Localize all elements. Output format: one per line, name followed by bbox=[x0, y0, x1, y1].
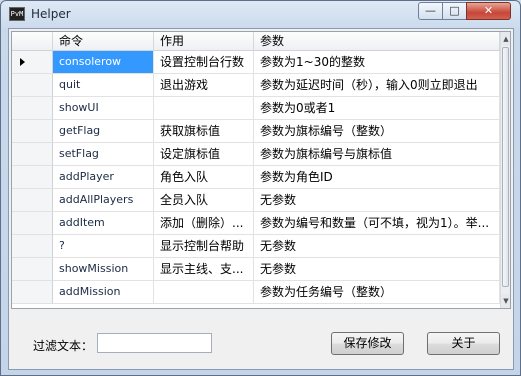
cell-command[interactable]: getFlag bbox=[53, 120, 154, 143]
row-header[interactable] bbox=[12, 258, 53, 281]
table-row[interactable]: addItem 添加（删除）... 参数为编号和数量（可不填，视为1）。举... bbox=[12, 212, 500, 235]
row-header[interactable] bbox=[12, 212, 53, 235]
row-header[interactable] bbox=[12, 166, 53, 189]
cell-params[interactable]: 无参数 bbox=[254, 235, 500, 258]
cell-effect[interactable]: 获取旗标值 bbox=[154, 120, 254, 143]
cell-command[interactable]: showMission bbox=[53, 258, 154, 281]
cell-params[interactable]: 参数为角色ID bbox=[254, 166, 500, 189]
row-header[interactable] bbox=[12, 281, 53, 304]
cell-params[interactable]: 参数为旗标编号与旗标值 bbox=[254, 143, 500, 166]
cell-command[interactable]: quit bbox=[53, 74, 154, 97]
cell-command[interactable]: setFlag bbox=[53, 143, 154, 166]
cell-params[interactable]: 参数为0或者1 bbox=[254, 97, 500, 120]
minimize-button[interactable]: — bbox=[418, 2, 443, 20]
command-grid[interactable]: 命令 作用 参数 consolerow 设置控制台行数 参数为1~30的整数 quit… bbox=[11, 31, 511, 309]
cell-effect[interactable] bbox=[154, 97, 254, 120]
cell-params[interactable]: 参数为旗标编号（整数） bbox=[254, 120, 500, 143]
row-header[interactable] bbox=[12, 74, 53, 97]
cell-command[interactable]: addPlayer bbox=[53, 166, 154, 189]
client-area: 命令 作用 参数 consolerow 设置控制台行数 参数为1~30的整数 quit… bbox=[8, 28, 514, 370]
cell-effect[interactable]: 角色入队 bbox=[154, 166, 254, 189]
helper-window: PvM Helper — □ ✕ 命令 作用 参数 consolerow 设置控制… bbox=[0, 0, 521, 376]
maximize-button[interactable]: □ bbox=[442, 2, 467, 20]
table-row[interactable]: addAllPlayers 全员入队 无参数 bbox=[12, 189, 500, 212]
cell-command[interactable]: addItem bbox=[53, 212, 154, 235]
cell-effect[interactable]: 显示控制台帮助 bbox=[154, 235, 254, 258]
table-row[interactable]: quit 退出游戏 参数为延迟时间（秒），输入0则立即退出 bbox=[12, 74, 500, 97]
cell-params[interactable]: 无参数 bbox=[254, 258, 500, 281]
table-row[interactable]: setFlag 设定旗标值 参数为旗标编号与旗标值 bbox=[12, 143, 500, 166]
table-row[interactable]: showMission 显示主线、支... 无参数 bbox=[12, 258, 500, 281]
cell-params[interactable]: 参数为任务编号（整数） bbox=[254, 281, 500, 304]
table-row[interactable]: getFlag 获取旗标值 参数为旗标编号（整数） bbox=[12, 120, 500, 143]
cell-effect[interactable]: 设定旗标值 bbox=[154, 143, 254, 166]
column-header-effect[interactable]: 作用 bbox=[154, 32, 254, 50]
cell-params[interactable]: 无参数 bbox=[254, 189, 500, 212]
minimize-icon: — bbox=[425, 4, 436, 17]
row-header[interactable] bbox=[12, 51, 53, 74]
scroll-thumb[interactable] bbox=[502, 47, 509, 287]
grid-header: 命令 作用 参数 bbox=[12, 32, 500, 51]
window-title: Helper bbox=[31, 7, 71, 21]
cell-command[interactable]: consolerow bbox=[53, 51, 154, 74]
table-row[interactable]: ? 显示控制台帮助 无参数 bbox=[12, 235, 500, 258]
row-header-corner[interactable] bbox=[12, 32, 53, 50]
cell-effect[interactable]: 退出游戏 bbox=[154, 74, 254, 97]
title-bar[interactable]: PvM Helper — □ ✕ bbox=[1, 1, 520, 28]
row-header[interactable] bbox=[12, 120, 53, 143]
vertical-scrollbar[interactable]: ▲ ▼ bbox=[500, 32, 510, 308]
row-header[interactable] bbox=[12, 97, 53, 120]
cell-command[interactable]: addMission bbox=[53, 281, 154, 304]
cell-effect[interactable]: 添加（删除）... bbox=[154, 212, 254, 235]
cell-params[interactable]: 参数为1~30的整数 bbox=[254, 51, 500, 74]
row-header[interactable] bbox=[12, 143, 53, 166]
app-icon: PvM bbox=[9, 7, 25, 21]
row-header[interactable] bbox=[12, 235, 53, 258]
maximize-icon: □ bbox=[449, 4, 460, 17]
current-row-icon bbox=[20, 58, 25, 66]
scroll-up-icon[interactable]: ▲ bbox=[501, 32, 510, 46]
scroll-down-icon[interactable]: ▼ bbox=[501, 294, 510, 308]
cell-command[interactable]: addAllPlayers bbox=[53, 189, 154, 212]
cell-params[interactable]: 参数为延迟时间（秒），输入0则立即退出 bbox=[254, 74, 500, 97]
cell-params[interactable]: 参数为编号和数量（可不填，视为1）。举... bbox=[254, 212, 500, 235]
column-header-params[interactable]: 参数 bbox=[254, 32, 500, 50]
cell-effect[interactable]: 显示主线、支... bbox=[154, 258, 254, 281]
close-button[interactable]: ✕ bbox=[466, 2, 511, 20]
table-row[interactable]: addMission 参数为任务编号（整数） bbox=[12, 281, 500, 304]
about-button[interactable]: 关于 bbox=[427, 332, 500, 355]
cell-effect[interactable] bbox=[154, 281, 254, 304]
filter-label: 过滤文本： bbox=[33, 339, 94, 353]
save-changes-button[interactable]: 保存修改 bbox=[331, 332, 404, 355]
cell-command[interactable]: ? bbox=[53, 235, 154, 258]
cell-effect[interactable]: 设置控制台行数 bbox=[154, 51, 254, 74]
table-row[interactable]: addPlayer 角色入队 参数为角色ID bbox=[12, 166, 500, 189]
column-header-command[interactable]: 命令 bbox=[53, 32, 154, 50]
row-header[interactable] bbox=[12, 189, 53, 212]
filter-input[interactable] bbox=[97, 333, 212, 353]
table-row[interactable]: showUI 参数为0或者1 bbox=[12, 97, 500, 120]
close-icon: ✕ bbox=[483, 4, 494, 17]
cell-command[interactable]: showUI bbox=[53, 97, 154, 120]
cell-effect[interactable]: 全员入队 bbox=[154, 189, 254, 212]
table-row[interactable]: consolerow 设置控制台行数 参数为1~30的整数 bbox=[12, 51, 500, 74]
